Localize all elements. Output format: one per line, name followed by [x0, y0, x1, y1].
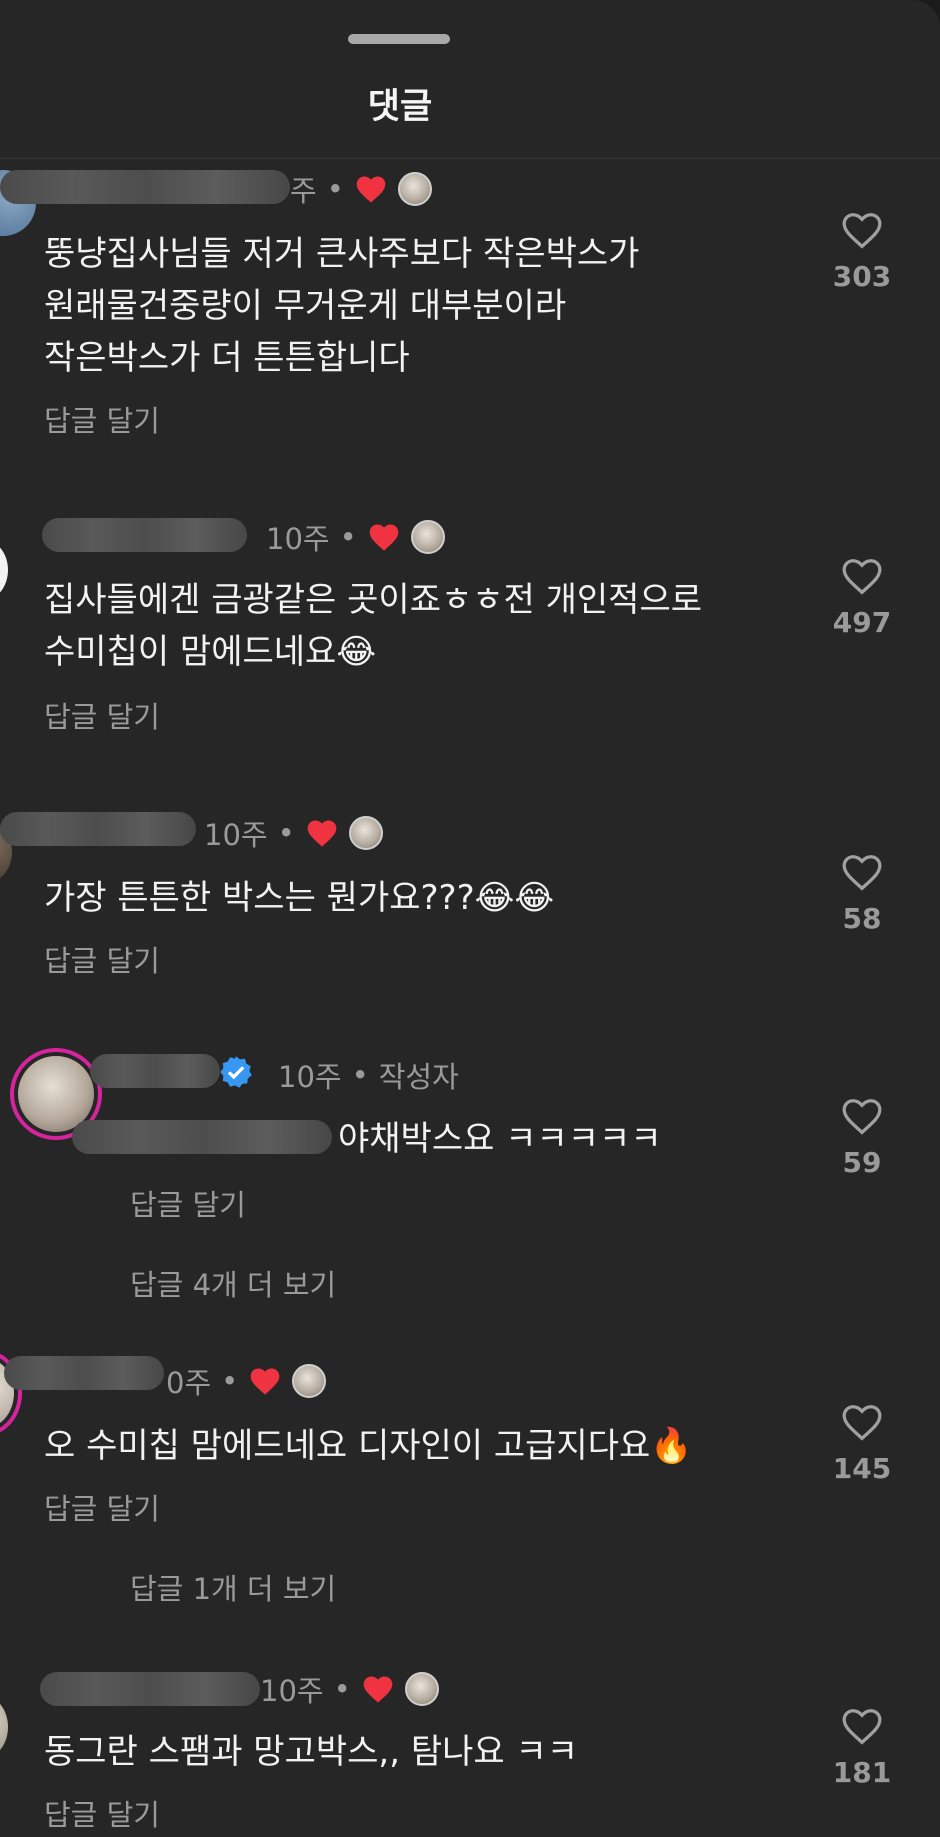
like-button[interactable]: 497 — [822, 556, 902, 639]
creator-avatar-icon — [410, 520, 445, 554]
avatar[interactable] — [0, 1696, 8, 1758]
creator-avatar-icon — [348, 816, 383, 850]
heart-outline-icon — [842, 1405, 882, 1441]
comments-sheet: 댓글 주 • 뚱냥집사님들 저거 큰사주보다 작은박스가 원래물건중량이 무거운… — [0, 0, 940, 1837]
creator-liked-heart-icon — [356, 176, 386, 203]
sheet-title: 댓글 — [367, 87, 433, 127]
separator-dot: • — [326, 172, 344, 206]
creator-liked-heart-icon — [363, 1676, 393, 1703]
like-button[interactable]: 303 — [822, 210, 902, 293]
heart-outline-icon — [842, 213, 882, 249]
comment-text: 집사들에겐 금광같은 곳이죠ㅎㅎ전 개인적으로 수미칩이 맘에드네요😂 — [44, 580, 703, 672]
like-count: 59 — [842, 1146, 882, 1179]
reply-button[interactable]: 답글 달기 — [44, 1792, 160, 1834]
comment-time: 주 — [290, 174, 317, 208]
like-count: 58 — [842, 902, 882, 935]
like-count: 181 — [832, 1756, 892, 1789]
creator-avatar-icon — [404, 1672, 439, 1706]
comment-text: 가장 튼튼한 박스는 뭔가요???😂😂 — [44, 878, 555, 918]
like-button[interactable]: 145 — [822, 1402, 902, 1485]
separator-dot: • — [351, 1058, 369, 1092]
creator-liked-heart-icon — [307, 820, 337, 847]
username-redacted — [0, 812, 196, 846]
creator-liked-heart-icon — [369, 524, 399, 551]
like-count: 303 — [832, 260, 892, 293]
username-redacted — [40, 1672, 260, 1706]
header-divider — [0, 158, 940, 159]
comment-text: 오 수미칩 맘에드네요 디자인이 고급지다요🔥 — [44, 1426, 693, 1466]
avatar[interactable] — [0, 540, 8, 600]
heart-outline-icon — [842, 855, 882, 891]
comment-time: 10주 — [260, 1674, 324, 1708]
username-redacted — [0, 170, 290, 204]
comment-time: 10주 — [204, 818, 268, 852]
reply-button[interactable]: 답글 달기 — [44, 694, 160, 736]
username-redacted — [42, 518, 247, 552]
like-button[interactable]: 181 — [822, 1706, 902, 1789]
comment-time: 0주 — [166, 1366, 212, 1400]
reply-button[interactable]: 답글 달기 — [44, 938, 160, 980]
separator-dot: • — [221, 1364, 239, 1398]
comment-time: 10주 — [266, 522, 330, 556]
creator-liked-heart-icon — [250, 1368, 280, 1395]
username-redacted — [4, 1356, 164, 1390]
view-more-replies[interactable]: 답글 1개 더 보기 — [130, 1566, 336, 1608]
username-redacted — [90, 1054, 220, 1088]
like-button[interactable]: 58 — [822, 852, 902, 935]
creator-avatar-icon — [292, 1364, 327, 1398]
separator-dot: • — [333, 1672, 351, 1706]
heart-outline-icon — [842, 559, 882, 595]
separator-dot: • — [339, 520, 357, 554]
view-more-replies[interactable]: 답글 4개 더 보기 — [130, 1262, 336, 1304]
comment-text: 야채박스요 ㅋㅋㅋㅋㅋ — [338, 1119, 662, 1159]
heart-outline-icon — [842, 1099, 882, 1135]
creator-avatar-icon — [397, 172, 432, 206]
author-label: 작성자 — [378, 1060, 459, 1094]
comment-text: 동그란 스팸과 망고박스,, 탐나요 ㅋㅋ — [44, 1732, 579, 1772]
reply-button[interactable]: 답글 달기 — [130, 1182, 246, 1224]
comment-text: 뚱냥집사님들 저거 큰사주보다 작은박스가 원래물건중량이 무거운게 대부분이라… — [44, 234, 640, 378]
separator-dot: • — [277, 816, 295, 850]
like-count: 145 — [832, 1452, 892, 1485]
drag-handle[interactable] — [348, 34, 450, 44]
like-count: 497 — [832, 606, 892, 639]
comment-time: 10주 — [278, 1060, 342, 1094]
like-button[interactable]: 59 — [822, 1096, 902, 1179]
reply-button[interactable]: 답글 달기 — [44, 398, 160, 440]
heart-outline-icon — [842, 1709, 882, 1745]
verified-badge-icon — [220, 1056, 252, 1088]
reply-button[interactable]: 답글 달기 — [44, 1486, 160, 1528]
mention-redacted — [72, 1120, 332, 1154]
